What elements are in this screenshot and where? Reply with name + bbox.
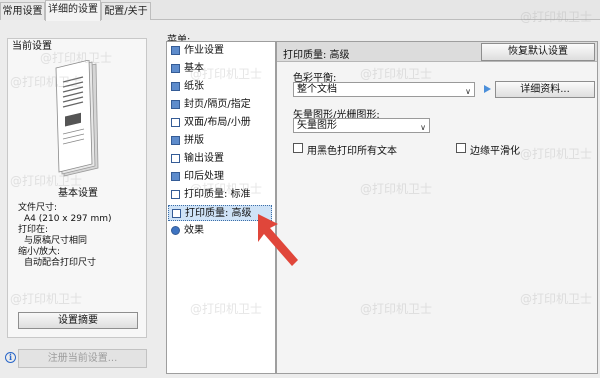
print-on-label: 打印在: <box>18 225 49 235</box>
info-icon: i <box>5 352 16 363</box>
tab-detailed-settings[interactable]: 详细的设置 <box>45 0 101 21</box>
menu-item-duplex-layout[interactable]: 双面/布局/小册 <box>168 115 272 131</box>
black-text-checkbox[interactable] <box>293 143 303 153</box>
cover-page-icon <box>171 100 180 109</box>
menu-item-label: 基本 <box>184 63 204 74</box>
chevron-down-icon: ∨ <box>420 123 426 132</box>
page-preview-image <box>55 60 99 177</box>
menu-item-paper[interactable]: 纸张 <box>168 79 272 95</box>
details-button[interactable]: 详细资料... <box>495 81 595 98</box>
vector-raster-value: 矢量图形 <box>297 120 337 131</box>
tab-common-settings[interactable]: 常用设置 <box>0 2 45 20</box>
vector-raster-select[interactable]: 矢量图形 ∨ <box>293 118 430 133</box>
print-quality-advanced-icon <box>172 209 181 218</box>
color-balance-value: 整个文档 <box>297 84 337 95</box>
menu-item-label: 印后处理 <box>184 171 224 182</box>
preview-label: 基本设置 <box>58 188 98 199</box>
settings-info: 文件尺寸: A4 (210 x 297 mm) 打印在: 与原稿尺寸相同 缩小/… <box>18 203 112 269</box>
imposition-icon <box>171 136 180 145</box>
menu-item-label: 纸张 <box>184 81 204 92</box>
output-settings-icon <box>171 154 180 163</box>
chevron-down-icon: ∨ <box>465 87 471 96</box>
current-settings-title: 当前设置 <box>12 41 52 52</box>
register-current-settings-button[interactable]: 注册当前设置... <box>18 349 147 368</box>
settings-summary-button[interactable]: 设置摘要 <box>18 312 138 329</box>
black-text-label: 用黑色打印所有文本 <box>307 146 397 157</box>
color-balance-select[interactable]: 整个文档 ∨ <box>293 82 475 97</box>
panel-title: 打印质量: 高级 <box>283 50 350 61</box>
tab-config-about[interactable]: 配置/关于 <box>101 2 151 20</box>
scale-value: 自动配合打印尺寸 <box>24 258 97 268</box>
file-size-label: 文件尺寸: <box>18 203 58 213</box>
print-on-value: 与原稿尺寸相同 <box>24 236 88 246</box>
restore-defaults-button[interactable]: 恢复默认设置 <box>481 43 595 61</box>
annotation-arrow-icon <box>258 214 298 266</box>
finishing-icon <box>171 172 180 181</box>
file-size-value: A4 (210 x 297 mm) <box>24 214 112 224</box>
menu-item-print-quality-standard[interactable]: 打印质量: 标准 <box>168 187 272 203</box>
edge-smoothing-checkbox[interactable] <box>456 143 466 153</box>
menu-item-label: 输出设置 <box>184 153 224 164</box>
paper-icon <box>171 82 180 91</box>
menu-item-basic[interactable]: 基本 <box>168 61 272 77</box>
edge-smoothing-label: 边缘平滑化 <box>470 146 520 157</box>
menu-item-label: 双面/布局/小册 <box>184 117 251 128</box>
menu-item-job-settings[interactable]: 作业设置 <box>168 43 272 59</box>
menu-item-label: 打印质量: 高级 <box>185 208 252 219</box>
menu-item-finishing[interactable]: 印后处理 <box>168 169 272 185</box>
scale-label: 缩小/放大: <box>18 247 61 257</box>
menu-item-label: 效果 <box>184 225 204 236</box>
menu-item-imposition[interactable]: 拼版 <box>168 133 272 149</box>
menu-item-label: 封页/隔页/指定 <box>184 99 251 110</box>
effects-icon <box>171 226 180 235</box>
duplex-layout-icon <box>171 118 180 127</box>
print-quality-standard-icon <box>171 190 180 199</box>
menu-item-output-settings[interactable]: 输出设置 <box>168 151 272 167</box>
menu-item-label: 拼版 <box>184 135 204 146</box>
menu-item-label: 打印质量: 标准 <box>184 189 251 200</box>
basic-icon <box>171 64 180 73</box>
menu-item-cover-page[interactable]: 封页/隔页/指定 <box>168 97 272 113</box>
menu-item-label: 作业设置 <box>184 45 224 56</box>
play-arrow-icon[interactable] <box>484 85 491 93</box>
job-settings-icon <box>171 46 180 55</box>
